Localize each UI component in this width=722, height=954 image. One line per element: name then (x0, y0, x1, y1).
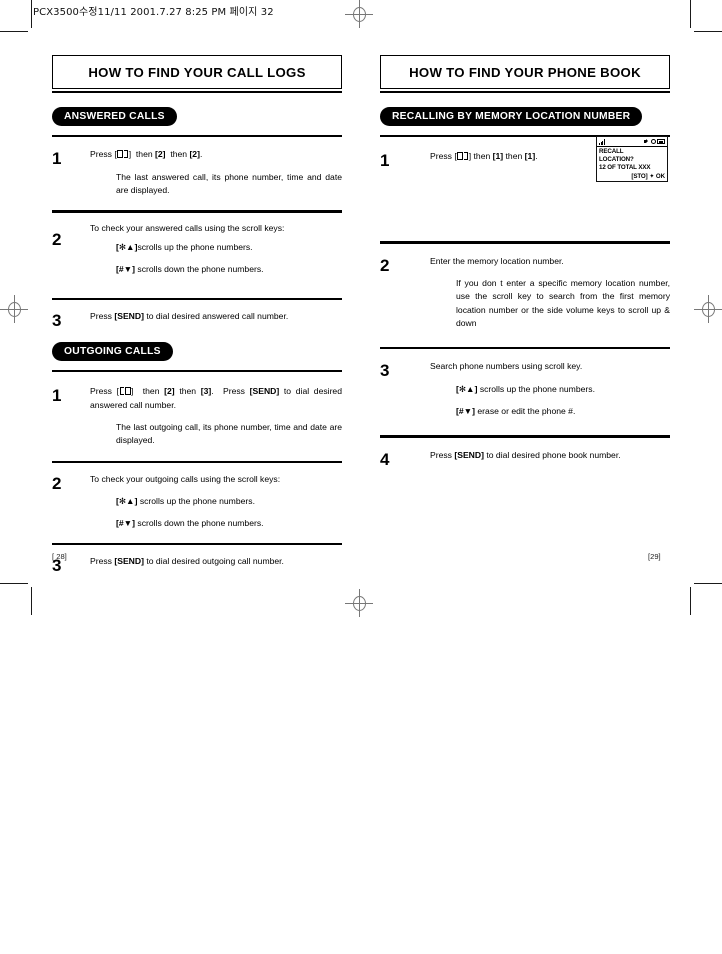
step-text: Press [] then [2] then [3]. Press [SEND]… (90, 385, 342, 447)
step-line: Press [SEND] to dial desired outgoing ca… (90, 555, 284, 566)
crop-mark-top-left-h (0, 31, 28, 33)
step-number: 1 (380, 151, 390, 171)
step-number: 2 (52, 473, 62, 493)
step-item: 2 To check your outgoing calls using the… (52, 473, 342, 531)
section-tag-answered-calls-wrap: ANSWERED CALLS (52, 106, 342, 127)
rule-after-step (380, 347, 670, 350)
step-text: Enter the memory location number. If you… (418, 255, 670, 331)
step-item: 1 Press [] then [2] then [3]. Press [SEN… (52, 385, 342, 447)
lcd-body: RECALL LOCATION? 12 OF TOTAL XXX [STO] ✦… (597, 147, 667, 181)
left-page-title-underline (52, 90, 342, 93)
step-item: 1 Press [] then [2] then [2]. The last a… (52, 148, 342, 197)
crop-mark-bottom-left-h (0, 583, 28, 585)
step-text: Press [] then [2] then [2]. The last ans… (90, 148, 342, 197)
phonebook-key-icon (117, 150, 129, 159)
clock-icon (650, 139, 656, 144)
step-line: Enter the memory location number. (430, 255, 564, 266)
left-page-title: HOW TO FIND YOUR CALL LOGS (88, 64, 306, 80)
rule-after-step (380, 241, 670, 244)
phone-lcd-illustration: RECALL LOCATION? 12 OF TOTAL XXX [STO] ✦… (596, 136, 668, 182)
step-text: Press [SEND] to dial desired answered ca… (90, 310, 342, 323)
step-note: [✻▲]scrolls up the phone numbers. (116, 241, 253, 252)
crop-mark-top-right-h (694, 31, 722, 33)
rule-after-step (52, 297, 342, 300)
left-page-title-box: HOW TO FIND YOUR CALL LOGS (52, 55, 342, 89)
registration-mark-right (694, 295, 722, 323)
step-item: 3 Search phone numbers using scroll key.… (380, 360, 670, 418)
step-number: 4 (380, 449, 390, 469)
folio-left: [ 28] (52, 552, 67, 561)
registration-mark-left (0, 295, 28, 323)
rule-after-step (52, 460, 342, 463)
step-note: [#▼] scrolls down the phone numbers. (116, 518, 264, 529)
signal-icon (599, 138, 605, 145)
registration-mark-top (345, 0, 373, 28)
step-item: 4 Press [SEND] to dial desired phone boo… (380, 449, 670, 468)
step-note: The last answered call, its phone number… (116, 171, 342, 196)
step-number: 3 (52, 310, 62, 330)
crop-mark-bottom-right-v (689, 587, 691, 615)
rule-after-step (380, 435, 670, 438)
section-tag-outgoing-calls-wrap: OUTGOING CALLS (52, 341, 342, 362)
step-line: Press [] then [2] then [2]. (90, 149, 203, 160)
step-note: The last outgoing call, its phone number… (116, 422, 342, 446)
registration-mark-bottom (345, 589, 373, 617)
step-line: Press [] then [2] then [3]. Press [SEND]… (90, 386, 342, 410)
step-number: 2 (52, 229, 62, 249)
step-line: Press [SEND] to dial desired phone book … (430, 449, 621, 460)
phonebook-key-icon (457, 152, 469, 161)
right-page-title-underline (380, 90, 670, 93)
lcd-status-bar (597, 137, 667, 147)
step-text: Press [SEND] to dial desired phone book … (418, 449, 670, 462)
section-tag-answered-calls: ANSWERED CALLS (52, 107, 177, 127)
step-item: 3 Press [SEND] to dial desired outgoing … (52, 555, 342, 574)
section-tag-recalling-by-memory-location-number: RECALLING BY MEMORY LOCATION NUMBER (380, 107, 643, 127)
crop-mark-bottom-right-h (694, 583, 722, 585)
step-text: To check your outgoing calls using the s… (90, 473, 342, 531)
step-text: Press [SEND] to dial desired outgoing ca… (90, 555, 342, 568)
scan-header-text: PCX3500수정11/11 2001.7.27 8:25 PM 페이지 32 (33, 7, 274, 18)
step-number: 3 (380, 361, 390, 381)
right-page-column: HOW TO FIND YOUR PHONE BOOK RECALLING BY… (380, 55, 670, 468)
step-text: Search phone numbers using scroll key. [… (418, 360, 670, 418)
step-number: 1 (52, 386, 62, 406)
lcd-status-icons (644, 138, 665, 145)
left-page-column: HOW TO FIND YOUR CALL LOGS ANSWERED CALL… (52, 55, 342, 574)
section-tag-outgoing-calls: OUTGOING CALLS (52, 342, 173, 362)
step-line: Search phone numbers using scroll key. (430, 361, 583, 372)
step-number: 2 (380, 255, 390, 275)
step-line: To check your outgoing calls using the s… (90, 473, 281, 484)
step-note: [#▼] erase or edit the phone #. (456, 406, 576, 417)
folio-right: [29] (648, 552, 661, 561)
step-note: If you don t enter a specific memory loc… (456, 277, 670, 328)
step-note: [#▼] scrolls down the phone numbers. (116, 264, 264, 275)
lcd-line-4: [STO] ✦ OK (631, 172, 665, 180)
rule-after-step (52, 210, 342, 213)
rule-under-answered-calls (52, 135, 342, 138)
step-number: 1 (52, 149, 62, 169)
step-note: [✻▲] scrolls up the phone numbers. (456, 383, 595, 394)
step-text: To check your answered calls using the s… (90, 222, 342, 277)
step-line: To check your answered calls using the s… (90, 222, 285, 233)
crop-mark-top-right-v (689, 0, 691, 28)
step-item: 3 Press [SEND] to dial desired answered … (52, 310, 342, 329)
lcd-line-3: 12 OF TOTAL XXX (599, 164, 651, 172)
phonebook-key-icon (119, 387, 131, 396)
crop-mark-bottom-left-v (31, 587, 33, 615)
right-page-title: HOW TO FIND YOUR PHONE BOOK (409, 64, 641, 80)
section-tag-recalling-wrap: RECALLING BY MEMORY LOCATION NUMBER (380, 106, 670, 127)
lcd-line-2: LOCATION? (599, 156, 634, 164)
step-item: 2 To check your answered calls using the… (52, 222, 342, 277)
battery-icon (657, 139, 665, 144)
rule-under-outgoing-calls (52, 370, 342, 373)
step-item: 2 Enter the memory location number. If y… (380, 255, 670, 331)
rule-after-step (52, 542, 342, 545)
lcd-line-1: RECALL (599, 148, 624, 155)
right-page-title-box: HOW TO FIND YOUR PHONE BOOK (380, 55, 670, 89)
step-note: [✻▲] scrolls up the phone numbers. (116, 496, 255, 507)
step-line: Press [SEND] to dial desired answered ca… (90, 310, 289, 321)
speaker-icon (644, 139, 649, 144)
